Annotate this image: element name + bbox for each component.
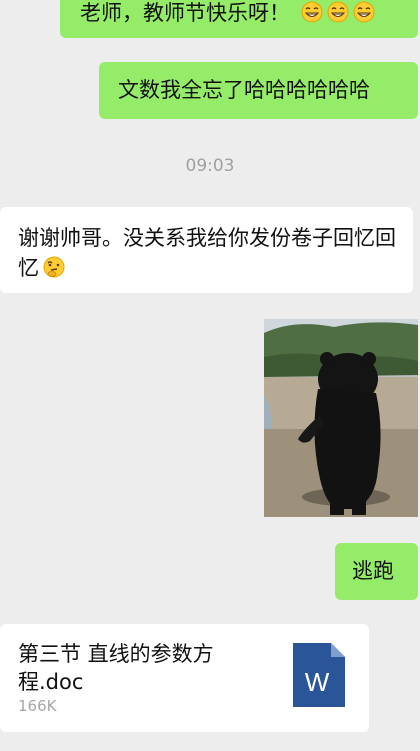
file-size: 166K (18, 697, 57, 715)
sent-message-bubble[interactable]: 老师，教师节快乐呀！ (60, 0, 418, 38)
bear-photo-image (264, 319, 418, 517)
sent-message-bubble[interactable]: 逃跑 (335, 543, 418, 600)
word-doc-icon: W (293, 643, 345, 707)
message-text: 老师，教师节快乐呀！ (80, 1, 290, 25)
word-doc-letter: W (305, 667, 330, 697)
received-message-bubble[interactable]: 谢谢帅哥。没关系我给你发份卷子回忆回忆 (0, 207, 413, 293)
sent-message-bubble[interactable]: 文数我全忘了哈哈哈哈哈哈 (99, 62, 418, 119)
file-name: 第三节 直线的参数方程.doc (18, 642, 214, 694)
message-text: 谢谢帅哥。没关系我给你发份卷子回忆回忆 (18, 226, 396, 280)
grin-emoji-icon (353, 1, 375, 23)
timestamp: 09:03 (185, 156, 235, 176)
message-text: 逃跑 (352, 559, 394, 583)
photo-message[interactable] (264, 319, 418, 517)
grin-emoji-icon (301, 1, 323, 23)
grin-emoji-icon (327, 1, 349, 23)
message-text: 文数我全忘了哈哈哈哈哈哈 (118, 78, 370, 102)
thinking-emoji-icon (43, 256, 65, 278)
